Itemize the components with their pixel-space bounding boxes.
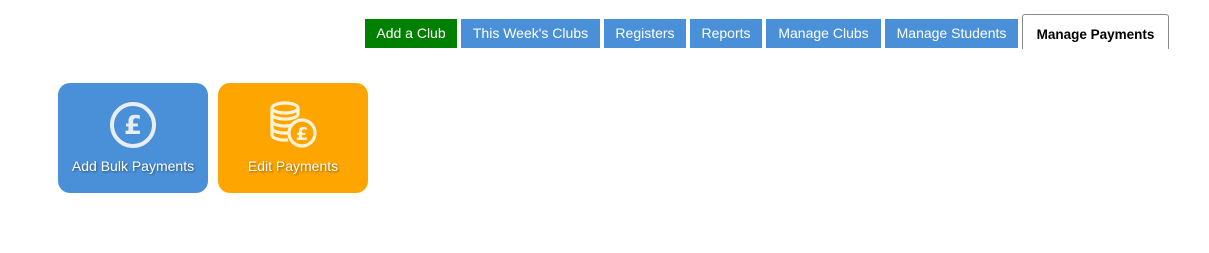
edit-payments-tile[interactable]: £ Edit Payments [218, 83, 368, 193]
tile-label: Edit Payments [247, 158, 339, 174]
tab-add-a-club[interactable]: Add a Club [365, 19, 457, 48]
svg-text:£: £ [296, 124, 309, 145]
tile-label: Add Bulk Payments [71, 158, 195, 174]
coin-stack-pound-icon: £ [270, 101, 317, 148]
tab-manage-clubs[interactable]: Manage Clubs [766, 19, 881, 48]
nav-tabs: Add a Club This Week's Clubs Registers R… [0, 14, 1209, 49]
tab-this-weeks-clubs[interactable]: This Week's Clubs [461, 19, 600, 48]
tab-registers[interactable]: Registers [604, 19, 686, 48]
tab-manage-students[interactable]: Manage Students [885, 19, 1018, 48]
page: Add a Club This Week's Clubs Registers R… [0, 0, 1209, 253]
add-bulk-payments-tile[interactable]: £ Add Bulk Payments [58, 83, 208, 193]
tab-reports[interactable]: Reports [690, 19, 762, 48]
tab-manage-payments[interactable]: Manage Payments [1022, 14, 1169, 49]
svg-text:£: £ [124, 111, 142, 141]
pound-coin-icon: £ [110, 102, 156, 148]
